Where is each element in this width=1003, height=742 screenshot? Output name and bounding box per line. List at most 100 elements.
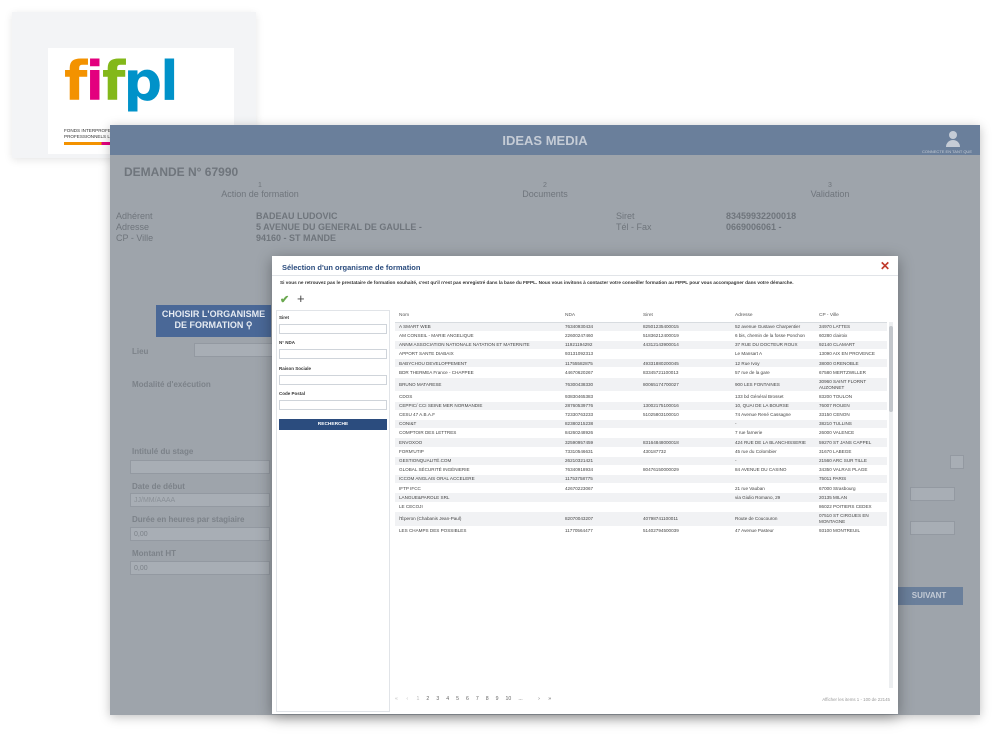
cell-nom: ICCOM ANGLAIS ORAL ACCELERE xyxy=(395,474,561,485)
table-row[interactable]: CEPPIC/ CCI SEINE MER NORMANDIE 287605397… xyxy=(395,401,887,411)
table-row[interactable]: GLOBAL SÉCURITÉ INGÉNIERIE 76340918934 804… xyxy=(395,465,887,476)
table-scroll-thumb[interactable] xyxy=(889,326,893,412)
table-row[interactable]: LE CECOJI 86022 POITIERS CEDEX xyxy=(395,502,887,512)
cell-nda: 82380215238 xyxy=(561,419,639,430)
cell-nda: 44670620267 xyxy=(561,367,639,378)
date-debut-field[interactable]: JJ/MM/AAAA xyxy=(130,493,270,507)
code-postal-filter-input[interactable] xyxy=(279,400,387,410)
close-icon[interactable]: ✕ xyxy=(880,259,890,273)
logo-wordmark: fifpl xyxy=(64,50,179,113)
table-row[interactable]: COMPTOIR DES LETTRES 84260248926 7 rue far… xyxy=(395,428,887,439)
table-row[interactable]: AM CONSEIL - MARIE ANGELIQUE 22600247460 5… xyxy=(395,331,887,341)
page-button[interactable]: ... xyxy=(518,696,522,702)
step-documents[interactable]: 2 Documents xyxy=(445,182,645,199)
cell-nom: LE CECOJI xyxy=(395,502,561,512)
first-page-button[interactable]: « xyxy=(395,696,398,702)
cell-nom: A SMART WEB xyxy=(395,322,561,332)
duree-help-field[interactable] xyxy=(910,521,955,535)
cell-siret xyxy=(639,391,731,402)
table-row[interactable]: APPORT SANTE DIABAIX 93131092313 Le Mansar… xyxy=(395,349,887,360)
intitule-extra-field[interactable] xyxy=(950,455,964,469)
next-page-button[interactable]: › xyxy=(538,696,540,702)
cell-nom: BRUNO MATARESE xyxy=(395,377,561,393)
intitule-field[interactable] xyxy=(130,460,270,474)
table-row[interactable]: IFTP IFCC 42670223067 21 rue Vauban 67000 S… xyxy=(395,483,887,494)
page-button[interactable]: 10 xyxy=(506,696,512,702)
cell-cp-ville: 07510 ST CIRGUES EN MONTAGNE xyxy=(815,511,887,527)
nda-filter-input[interactable] xyxy=(279,349,387,359)
page-button[interactable]: 8 xyxy=(486,696,489,702)
table-row[interactable]: FORM'UTIP 73310546631 430187732 45 rue du C… xyxy=(395,447,887,457)
step-action-formation[interactable]: 1 Action de formation xyxy=(160,182,360,199)
duree-field[interactable]: 0,00 xyxy=(130,527,270,541)
table-row[interactable]: CESU 47 A.B.A.F 72330763233 51025803100010… xyxy=(395,410,887,420)
page-button[interactable]: 5 xyxy=(456,696,459,702)
cell-adresse: 37 RUE DU DOCTEUR ROUX xyxy=(731,340,815,351)
cell-adresse: 84 AVENUE DU CASINO xyxy=(731,465,815,476)
raison-sociale-filter-input[interactable] xyxy=(279,375,387,385)
table-row[interactable]: BDR THERMEA France - CHAPPEE 44670620267 8… xyxy=(395,367,887,378)
cell-cp-ville: 59270 ST JANS CAPPEL xyxy=(815,437,887,448)
montant-field[interactable]: 0,00 xyxy=(130,561,270,575)
column-header-siret[interactable]: Siret xyxy=(639,310,731,323)
step-validation[interactable]: 3 Validation xyxy=(730,182,930,199)
table-row[interactable]: CONI&T 82380215238 -38210 TULLINS xyxy=(395,419,887,430)
date-picker-field[interactable] xyxy=(910,487,955,501)
app-header: IDEAS MEDIA CONNECTE EN TANT QUE xyxy=(110,125,980,155)
cell-nda: 11755582875 xyxy=(561,358,639,369)
cell-siret xyxy=(639,502,731,512)
plus-icon[interactable]: + xyxy=(297,291,305,306)
page-button[interactable]: 9 xyxy=(496,696,499,702)
column-header-nda[interactable]: NDA xyxy=(561,310,639,323)
pagination-info: Afficher les items 1 - 100 de 22145 xyxy=(822,697,890,702)
cell-nda: 28760539776 xyxy=(561,401,639,411)
column-header-nom[interactable]: Nom xyxy=(395,310,561,323)
page-button[interactable]: 4 xyxy=(446,696,449,702)
table-row[interactable]: BABYCHOU DEVELOPPEMENT 11755582875 4933188… xyxy=(395,358,887,369)
adherent-value: BADEAU LUDOVIC xyxy=(256,211,338,221)
search-icon: ⚲ xyxy=(245,320,253,330)
table-row[interactable]: LANGUE&PAROLE SRL via Giulio Romano, 29 20… xyxy=(395,492,887,503)
recherche-button[interactable]: RECHERCHE xyxy=(279,419,387,430)
organisme-selection-modal: Sélection d'un organisme de formation ✕ … xyxy=(272,256,898,714)
cell-siret: 80476150000029 xyxy=(639,465,731,476)
page-button[interactable]: 3 xyxy=(436,696,439,702)
page-button[interactable]: 7 xyxy=(476,696,479,702)
table-row[interactable]: CDOS 93830465383 133 bd Général Brosset 832… xyxy=(395,391,887,402)
siret-filter-input[interactable] xyxy=(279,324,387,334)
table-row[interactable]: l'Éperon (Chabanis Jean-Paul) 82070043207… xyxy=(395,511,887,527)
suivant-button[interactable]: SUIVANT xyxy=(895,587,963,605)
cell-cp-ville: 60280 clairoix xyxy=(815,331,887,341)
lieu-field[interactable] xyxy=(194,343,274,357)
choose-organisme-button[interactable]: CHOISIR L'ORGANISME DE FORMATION ⚲ xyxy=(156,305,271,337)
cell-adresse: 21 rue Vauban xyxy=(731,483,815,494)
cell-siret xyxy=(639,483,731,494)
column-header-cp-ville[interactable]: CP - Ville xyxy=(815,310,887,323)
cell-siret: 51025803100010 xyxy=(639,410,731,420)
table-row[interactable]: LES CHAMPS DES POSSIBLES 11770564477 51402… xyxy=(395,526,887,536)
table-row[interactable]: ICCOM ANGLAIS ORAL ACCELERE 11753758775 75… xyxy=(395,474,887,485)
check-icon[interactable]: ✔ xyxy=(280,293,289,306)
pagination: « ‹ 1 2 3 4 5 6 7 8 9 10... › » xyxy=(395,696,558,702)
siret-filter-label: Siret xyxy=(279,315,290,320)
cell-nda: 11753758775 xyxy=(561,474,639,485)
user-icon[interactable] xyxy=(946,131,960,149)
modalite-label: Modalité d'exécution xyxy=(132,380,211,389)
table-row[interactable]: ENVOXOO 32590957459 83164848000018 424 RUE … xyxy=(395,437,887,448)
cell-siret: 51402794500039 xyxy=(639,526,731,536)
cell-siret: 49331880200045 xyxy=(639,358,731,369)
cell-cp-ville: 13090 AIX EN PROVENCE xyxy=(815,349,887,360)
cell-nom: GESTIONQUALITÉ.COM xyxy=(395,456,561,466)
table-row[interactable]: A SMART WEB 76340930434 82501235400015 52 a… xyxy=(395,322,887,332)
page-button[interactable]: 1 xyxy=(417,696,420,702)
page-button[interactable]: 6 xyxy=(466,696,469,702)
app-title: IDEAS MEDIA xyxy=(502,133,588,148)
table-row[interactable]: ANNM ASSOCIATION NATIONALE NATATION ET M… xyxy=(395,340,887,351)
cell-nom: l'Éperon (Chabanis Jean-Paul) xyxy=(395,511,561,527)
table-row[interactable]: BRUNO MATARESE 76300438330 80065174700027 9… xyxy=(395,377,887,393)
table-row[interactable]: GESTIONQUALITÉ.COM 26210321421 -21560 ARC … xyxy=(395,456,887,466)
last-page-button[interactable]: » xyxy=(548,696,551,702)
page-button[interactable]: 2 xyxy=(426,696,429,702)
prev-page-button[interactable]: ‹ xyxy=(406,696,408,702)
column-header-adresse[interactable]: Adresse xyxy=(731,310,815,323)
